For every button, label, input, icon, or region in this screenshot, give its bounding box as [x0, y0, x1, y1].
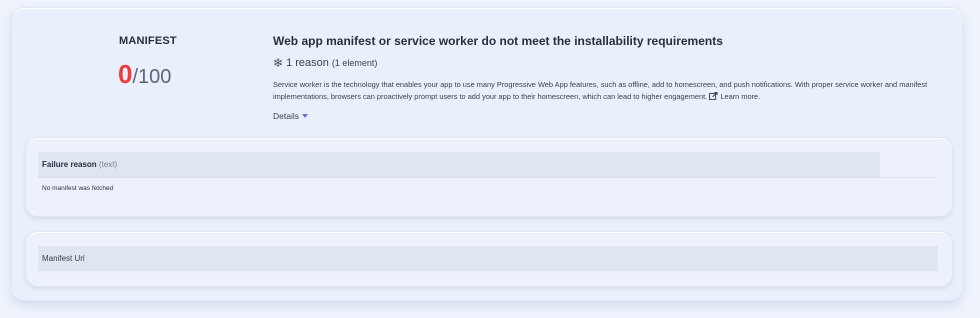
audit-description: Service worker is the technology that en…: [273, 79, 973, 103]
table-cell: No manifest was fetched: [42, 185, 114, 192]
table-header: Failure reason (text): [38, 152, 880, 177]
external-link-icon: [709, 92, 718, 100]
reason-summary: ❄ 1 reason (1 element): [273, 56, 377, 70]
details-label: Details: [273, 111, 299, 121]
table-header: Manifest Url: [38, 246, 938, 271]
column-header-manifest-url: Manifest Url: [42, 254, 85, 263]
audit-title: Web app manifest or service worker do no…: [273, 34, 723, 48]
failure-reason-table: Failure reason (text) No manifest was fe…: [26, 138, 952, 216]
score-value: 0: [118, 59, 133, 89]
caret-down-icon: [301, 114, 308, 118]
category-score: 0/100: [118, 59, 171, 90]
reason-count: 1 reason: [286, 57, 329, 69]
description-text: Service worker is the technology that en…: [273, 80, 928, 101]
reason-elements: (1 element): [331, 58, 378, 68]
column-header-failure-reason: Failure reason (text): [42, 160, 118, 169]
table-divider: [38, 177, 936, 178]
manifest-url-table: Manifest Url: [26, 232, 952, 286]
score-max: /100: [132, 66, 172, 88]
learn-more-link[interactable]: Learn more.: [720, 92, 760, 101]
snowflake-icon: ❄: [273, 56, 284, 70]
category-title: MANIFEST: [119, 35, 177, 47]
details-toggle[interactable]: Details: [273, 111, 308, 121]
